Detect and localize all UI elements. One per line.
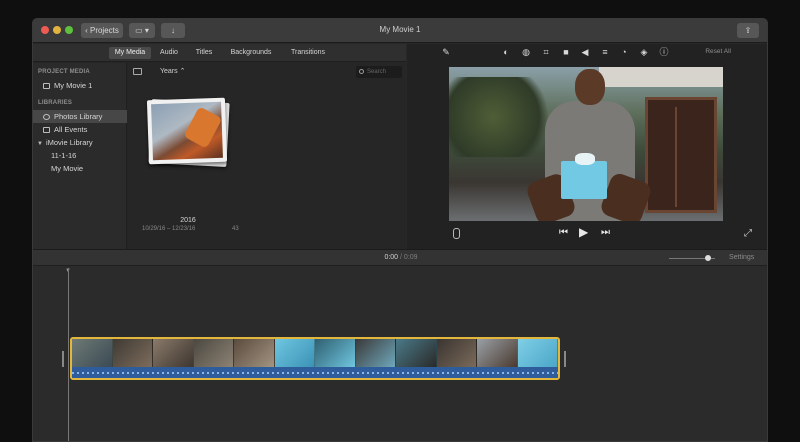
equalizer-icon[interactable]: ≡ — [600, 47, 610, 57]
video-window-frame — [675, 107, 677, 207]
album-count: 43 — [232, 226, 239, 232]
timecode: 0:00 / 0:09 — [33, 254, 767, 261]
clip-frame — [436, 339, 477, 367]
viewer-pane: ✎ ◐ ◍ ⌗ ■ ◀ ≡ ◔ ◈ ⓘ Reset All ⏮ ▶ ⏭ ⤢ — [407, 44, 767, 249]
skip-forward-button[interactable]: ⏭ — [601, 227, 610, 238]
phone-image — [183, 106, 223, 149]
video-person-head — [575, 69, 605, 105]
reset-all-button[interactable]: Reset All — [705, 48, 731, 55]
sidebar-item-label: All Events — [54, 125, 88, 134]
color-correction-icon[interactable]: ◍ — [521, 47, 531, 57]
sidebar-item-label: My Movie 1 — [54, 81, 93, 90]
events-icon — [43, 127, 50, 133]
speed-icon[interactable]: ◔ — [619, 47, 629, 57]
sidebar-item-my-movie[interactable]: My Movie — [33, 162, 127, 175]
sidebar-item-label: Photos Library — [54, 112, 103, 121]
clip-frame — [396, 339, 437, 367]
sidebar-item-project[interactable]: My Movie 1 — [33, 79, 127, 92]
clip-frame — [153, 339, 194, 367]
clip-frame — [517, 339, 558, 367]
sidebar-item-imovie-library[interactable]: ▼ iMovie Library — [33, 136, 127, 149]
clip-frame — [72, 339, 113, 367]
timeline: 0:00 / 0:09 Settings ▼ — [33, 249, 767, 441]
sidebar-item-photos-library[interactable]: Photos Library — [33, 110, 127, 123]
tab-audio[interactable]: Audio — [157, 47, 181, 59]
search-placeholder: Search — [367, 69, 387, 75]
zoom-slider-knob[interactable] — [705, 255, 711, 261]
browser-tabs: My Media Audio Titles Backgrounds Transi… — [33, 44, 406, 62]
album-dates: 10/29/16 – 12/23/16 — [142, 226, 196, 232]
video-preview[interactable] — [449, 67, 723, 221]
title-bar: ‹ Projects ▭ ▾ ↓ My Movie 1 ⇪ — [33, 19, 767, 43]
clip-frame — [315, 339, 356, 367]
video-roof — [599, 67, 723, 87]
sidebar-item-label: iMovie Library — [45, 138, 93, 147]
sidebar-item-all-events[interactable]: All Events — [33, 123, 127, 136]
sidebar-item-label: 11-1-16 — [51, 151, 77, 160]
fullscreen-icon[interactable]: ⤢ — [744, 228, 752, 239]
camera-icon[interactable]: ■ — [561, 47, 571, 57]
total-time: 0:09 — [403, 254, 418, 261]
volume-icon[interactable]: ◀ — [580, 47, 590, 57]
libraries-heading: LIBRARIES — [38, 100, 73, 106]
video-window — [645, 97, 717, 213]
clip-frame — [112, 339, 153, 367]
color-balance-icon[interactable]: ◐ — [501, 47, 511, 57]
photos-icon — [43, 114, 50, 120]
clip-frame — [193, 339, 234, 367]
media-grid: Years ⌃ Search 2016 10/29/16 – 12/23/16 … — [128, 63, 406, 249]
tab-transitions[interactable]: Transitions — [287, 47, 329, 59]
search-input[interactable]: Search — [356, 66, 402, 78]
film-icon — [43, 83, 50, 89]
album-title: 2016 — [180, 217, 196, 224]
sidebar-item-event-date[interactable]: 11-1-16 — [33, 149, 127, 162]
clip-filmstrip — [72, 339, 558, 367]
clip-frame — [477, 339, 518, 367]
clip-trim-handle-left[interactable] — [62, 351, 64, 367]
video-tree — [449, 77, 559, 157]
search-icon — [359, 69, 364, 74]
library-sidebar: PROJECT MEDIA My Movie 1 LIBRARIES Photo… — [33, 63, 127, 249]
sidebar-item-label: My Movie — [51, 164, 84, 173]
album-photo — [151, 101, 223, 161]
video-clip[interactable] — [70, 337, 560, 380]
playhead[interactable] — [68, 268, 69, 441]
tab-backgrounds[interactable]: Backgrounds — [227, 47, 275, 59]
share-button[interactable]: ⇪ — [737, 23, 759, 38]
video-gift-box — [561, 161, 607, 199]
years-filter-dropdown[interactable]: Years ⌃ — [160, 67, 185, 75]
toggle-sidebar-icon[interactable] — [133, 68, 142, 75]
adjustments-bar: ✎ ◐ ◍ ⌗ ■ ◀ ≡ ◔ ◈ ⓘ Reset All — [407, 44, 767, 62]
crop-icon[interactable]: ⌗ — [541, 47, 551, 57]
clip-trim-handle-right[interactable] — [564, 351, 566, 367]
clip-frame — [234, 339, 275, 367]
clip-frame — [355, 339, 396, 367]
timeline-toolbar: 0:00 / 0:09 Settings — [33, 250, 767, 266]
time-separator: / — [400, 254, 402, 261]
video-gift-bow — [575, 153, 595, 165]
tab-my-media[interactable]: My Media — [109, 47, 151, 59]
voiceover-mic-icon[interactable] — [453, 228, 460, 239]
media-browser: My Media Audio Titles Backgrounds Transi… — [33, 44, 406, 249]
magic-wand-icon[interactable]: ✎ — [441, 47, 451, 57]
media-toolbar: Years ⌃ Search — [128, 63, 406, 79]
album-thumbnail[interactable] — [146, 97, 228, 165]
tab-titles[interactable]: Titles — [191, 47, 217, 59]
play-button[interactable]: ▶ — [579, 225, 588, 239]
project-media-heading: PROJECT MEDIA — [38, 69, 90, 75]
window-title: My Movie 1 — [379, 25, 421, 34]
clip-frame — [274, 339, 315, 367]
settings-button[interactable]: Settings — [729, 254, 754, 261]
audio-wave-line — [72, 372, 558, 374]
skip-back-button[interactable]: ⏮ — [559, 227, 568, 238]
imovie-window: ‹ Projects ▭ ▾ ↓ My Movie 1 ⇪ My Media A… — [32, 18, 768, 442]
current-time: 0:00 — [384, 254, 399, 261]
noise-reduction-icon[interactable]: ◈ — [639, 47, 649, 57]
info-icon[interactable]: ⓘ — [659, 47, 669, 57]
